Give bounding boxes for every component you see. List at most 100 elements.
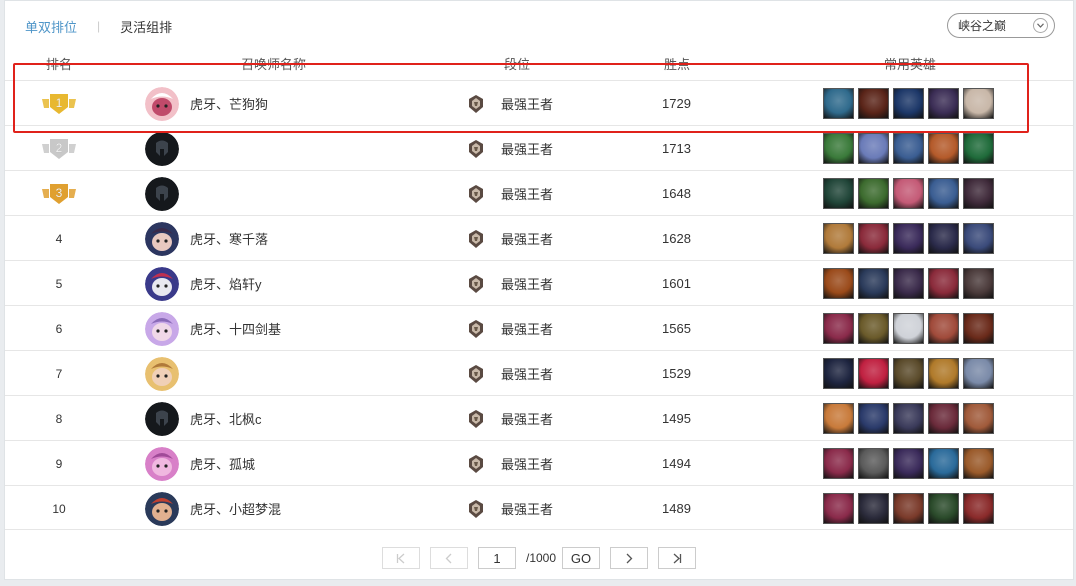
- table-row[interactable]: 4 虎牙、寒千落 最强王者 1628: [5, 215, 1073, 260]
- summoner-name[interactable]: 虎牙、寒千落: [190, 216, 268, 261]
- hero-portrait[interactable]: [823, 178, 854, 209]
- hero-portrait[interactable]: [858, 88, 889, 119]
- summoner-name[interactable]: 虎牙、芒狗狗: [190, 81, 268, 126]
- hero-portrait[interactable]: [858, 133, 889, 164]
- hero-portrait[interactable]: [823, 403, 854, 434]
- tier-label: 最强王者: [501, 322, 554, 337]
- hero-portrait[interactable]: [893, 448, 924, 479]
- hero-portrait[interactable]: [963, 313, 994, 344]
- next-page-button[interactable]: [610, 547, 649, 569]
- hero-portrait[interactable]: [823, 133, 854, 164]
- avatar-cell: [145, 126, 181, 171]
- hero-portrait[interactable]: [858, 448, 889, 479]
- lp-value: 1713: [662, 141, 691, 156]
- hero-portrait[interactable]: [963, 358, 994, 389]
- table-row[interactable]: 5 虎牙、焰轩y 最强王者 1601: [5, 260, 1073, 305]
- hero-portrait[interactable]: [893, 358, 924, 389]
- avatar[interactable]: [145, 401, 179, 436]
- avatar[interactable]: [145, 446, 179, 481]
- challenger-tier-icon: [469, 319, 483, 338]
- first-page-button[interactable]: [382, 547, 420, 569]
- table-row[interactable]: 6 虎牙、十四剑基 最强王者 1565: [5, 305, 1073, 350]
- go-button[interactable]: GO: [562, 547, 601, 569]
- hero-portrait[interactable]: [928, 268, 959, 299]
- avatar[interactable]: [145, 176, 179, 211]
- hero-portrait[interactable]: [893, 268, 924, 299]
- hero-portrait[interactable]: [823, 88, 854, 119]
- table-row[interactable]: 7 最强王者 1529: [5, 350, 1073, 395]
- summoner-name[interactable]: 虎牙、小超梦混: [190, 486, 281, 531]
- hero-portrait[interactable]: [963, 268, 994, 299]
- hero-portrait[interactable]: [928, 178, 959, 209]
- lp-value: 1494: [662, 456, 691, 471]
- last-page-button[interactable]: [658, 547, 697, 569]
- hero-portrait[interactable]: [858, 223, 889, 254]
- rank-number: 4: [55, 231, 63, 246]
- avatar[interactable]: [145, 86, 179, 121]
- hero-portrait[interactable]: [823, 448, 854, 479]
- hero-portrait[interactable]: [858, 178, 889, 209]
- hero-portrait[interactable]: [858, 493, 889, 524]
- hero-portrait[interactable]: [893, 88, 924, 119]
- hero-portrait[interactable]: [963, 403, 994, 434]
- common-heroes: [823, 351, 994, 396]
- summoner-name[interactable]: 虎牙、北枫c: [190, 396, 262, 441]
- avatar[interactable]: [145, 266, 179, 301]
- avatar[interactable]: [145, 491, 179, 526]
- hero-portrait[interactable]: [963, 223, 994, 254]
- tab-flex[interactable]: 灵活组排: [120, 17, 172, 36]
- hero-portrait[interactable]: [928, 223, 959, 254]
- avatar-cell: [145, 396, 181, 441]
- challenger-tier-icon: [469, 184, 483, 203]
- hero-portrait[interactable]: [963, 178, 994, 209]
- summoner-name[interactable]: 虎牙、十四剑基: [190, 306, 281, 351]
- hero-portrait[interactable]: [963, 88, 994, 119]
- hero-portrait[interactable]: [858, 313, 889, 344]
- hero-portrait[interactable]: [893, 493, 924, 524]
- table-row[interactable]: 8 虎牙、北枫c 最强王者 1495: [5, 395, 1073, 440]
- table-row[interactable]: 9 虎牙、孤城 最强王者 1494: [5, 440, 1073, 485]
- hero-portrait[interactable]: [893, 178, 924, 209]
- hero-portrait[interactable]: [858, 403, 889, 434]
- hero-portrait[interactable]: [823, 268, 854, 299]
- hero-portrait[interactable]: [893, 223, 924, 254]
- prev-page-button[interactable]: [430, 547, 468, 569]
- avatar[interactable]: [145, 221, 179, 256]
- avatar[interactable]: [145, 311, 179, 346]
- table-row[interactable]: 3 最强王者 1648: [5, 170, 1073, 215]
- hero-portrait[interactable]: [928, 88, 959, 119]
- hero-portrait[interactable]: [928, 358, 959, 389]
- hero-portrait[interactable]: [823, 358, 854, 389]
- table-row[interactable]: 10 虎牙、小超梦混 最强王者 1489: [5, 485, 1073, 530]
- hero-portrait[interactable]: [928, 133, 959, 164]
- summoner-name[interactable]: 虎牙、孤城: [190, 441, 255, 486]
- summoner-name[interactable]: 虎牙、焰轩y: [190, 261, 262, 306]
- hero-portrait[interactable]: [823, 223, 854, 254]
- hero-portrait[interactable]: [858, 358, 889, 389]
- hero-portrait[interactable]: [893, 403, 924, 434]
- hero-portrait[interactable]: [928, 493, 959, 524]
- challenger-tier-icon: [469, 139, 483, 158]
- hero-portrait[interactable]: [928, 403, 959, 434]
- hero-portrait[interactable]: [928, 448, 959, 479]
- hero-portrait[interactable]: [858, 268, 889, 299]
- table-row[interactable]: 2 最强王者 1713: [5, 125, 1073, 170]
- page-input[interactable]: [478, 547, 516, 569]
- hero-portrait[interactable]: [963, 493, 994, 524]
- hero-portrait[interactable]: [963, 133, 994, 164]
- lp-value: 1628: [662, 231, 691, 246]
- hero-portrait[interactable]: [963, 448, 994, 479]
- rank-medal-number: 3: [56, 186, 63, 200]
- hero-portrait[interactable]: [823, 493, 854, 524]
- hero-portrait[interactable]: [893, 133, 924, 164]
- table-row[interactable]: 1 虎牙、芒狗狗 最强王者 1729: [5, 80, 1073, 125]
- tier-cell: [467, 261, 485, 306]
- region-select[interactable]: 峡谷之巅: [947, 13, 1055, 38]
- common-heroes: [823, 486, 994, 531]
- tab-solo-duo[interactable]: 单双排位: [25, 17, 77, 36]
- hero-portrait[interactable]: [893, 313, 924, 344]
- hero-portrait[interactable]: [928, 313, 959, 344]
- avatar[interactable]: [145, 131, 179, 166]
- avatar[interactable]: [145, 356, 179, 391]
- hero-portrait[interactable]: [823, 313, 854, 344]
